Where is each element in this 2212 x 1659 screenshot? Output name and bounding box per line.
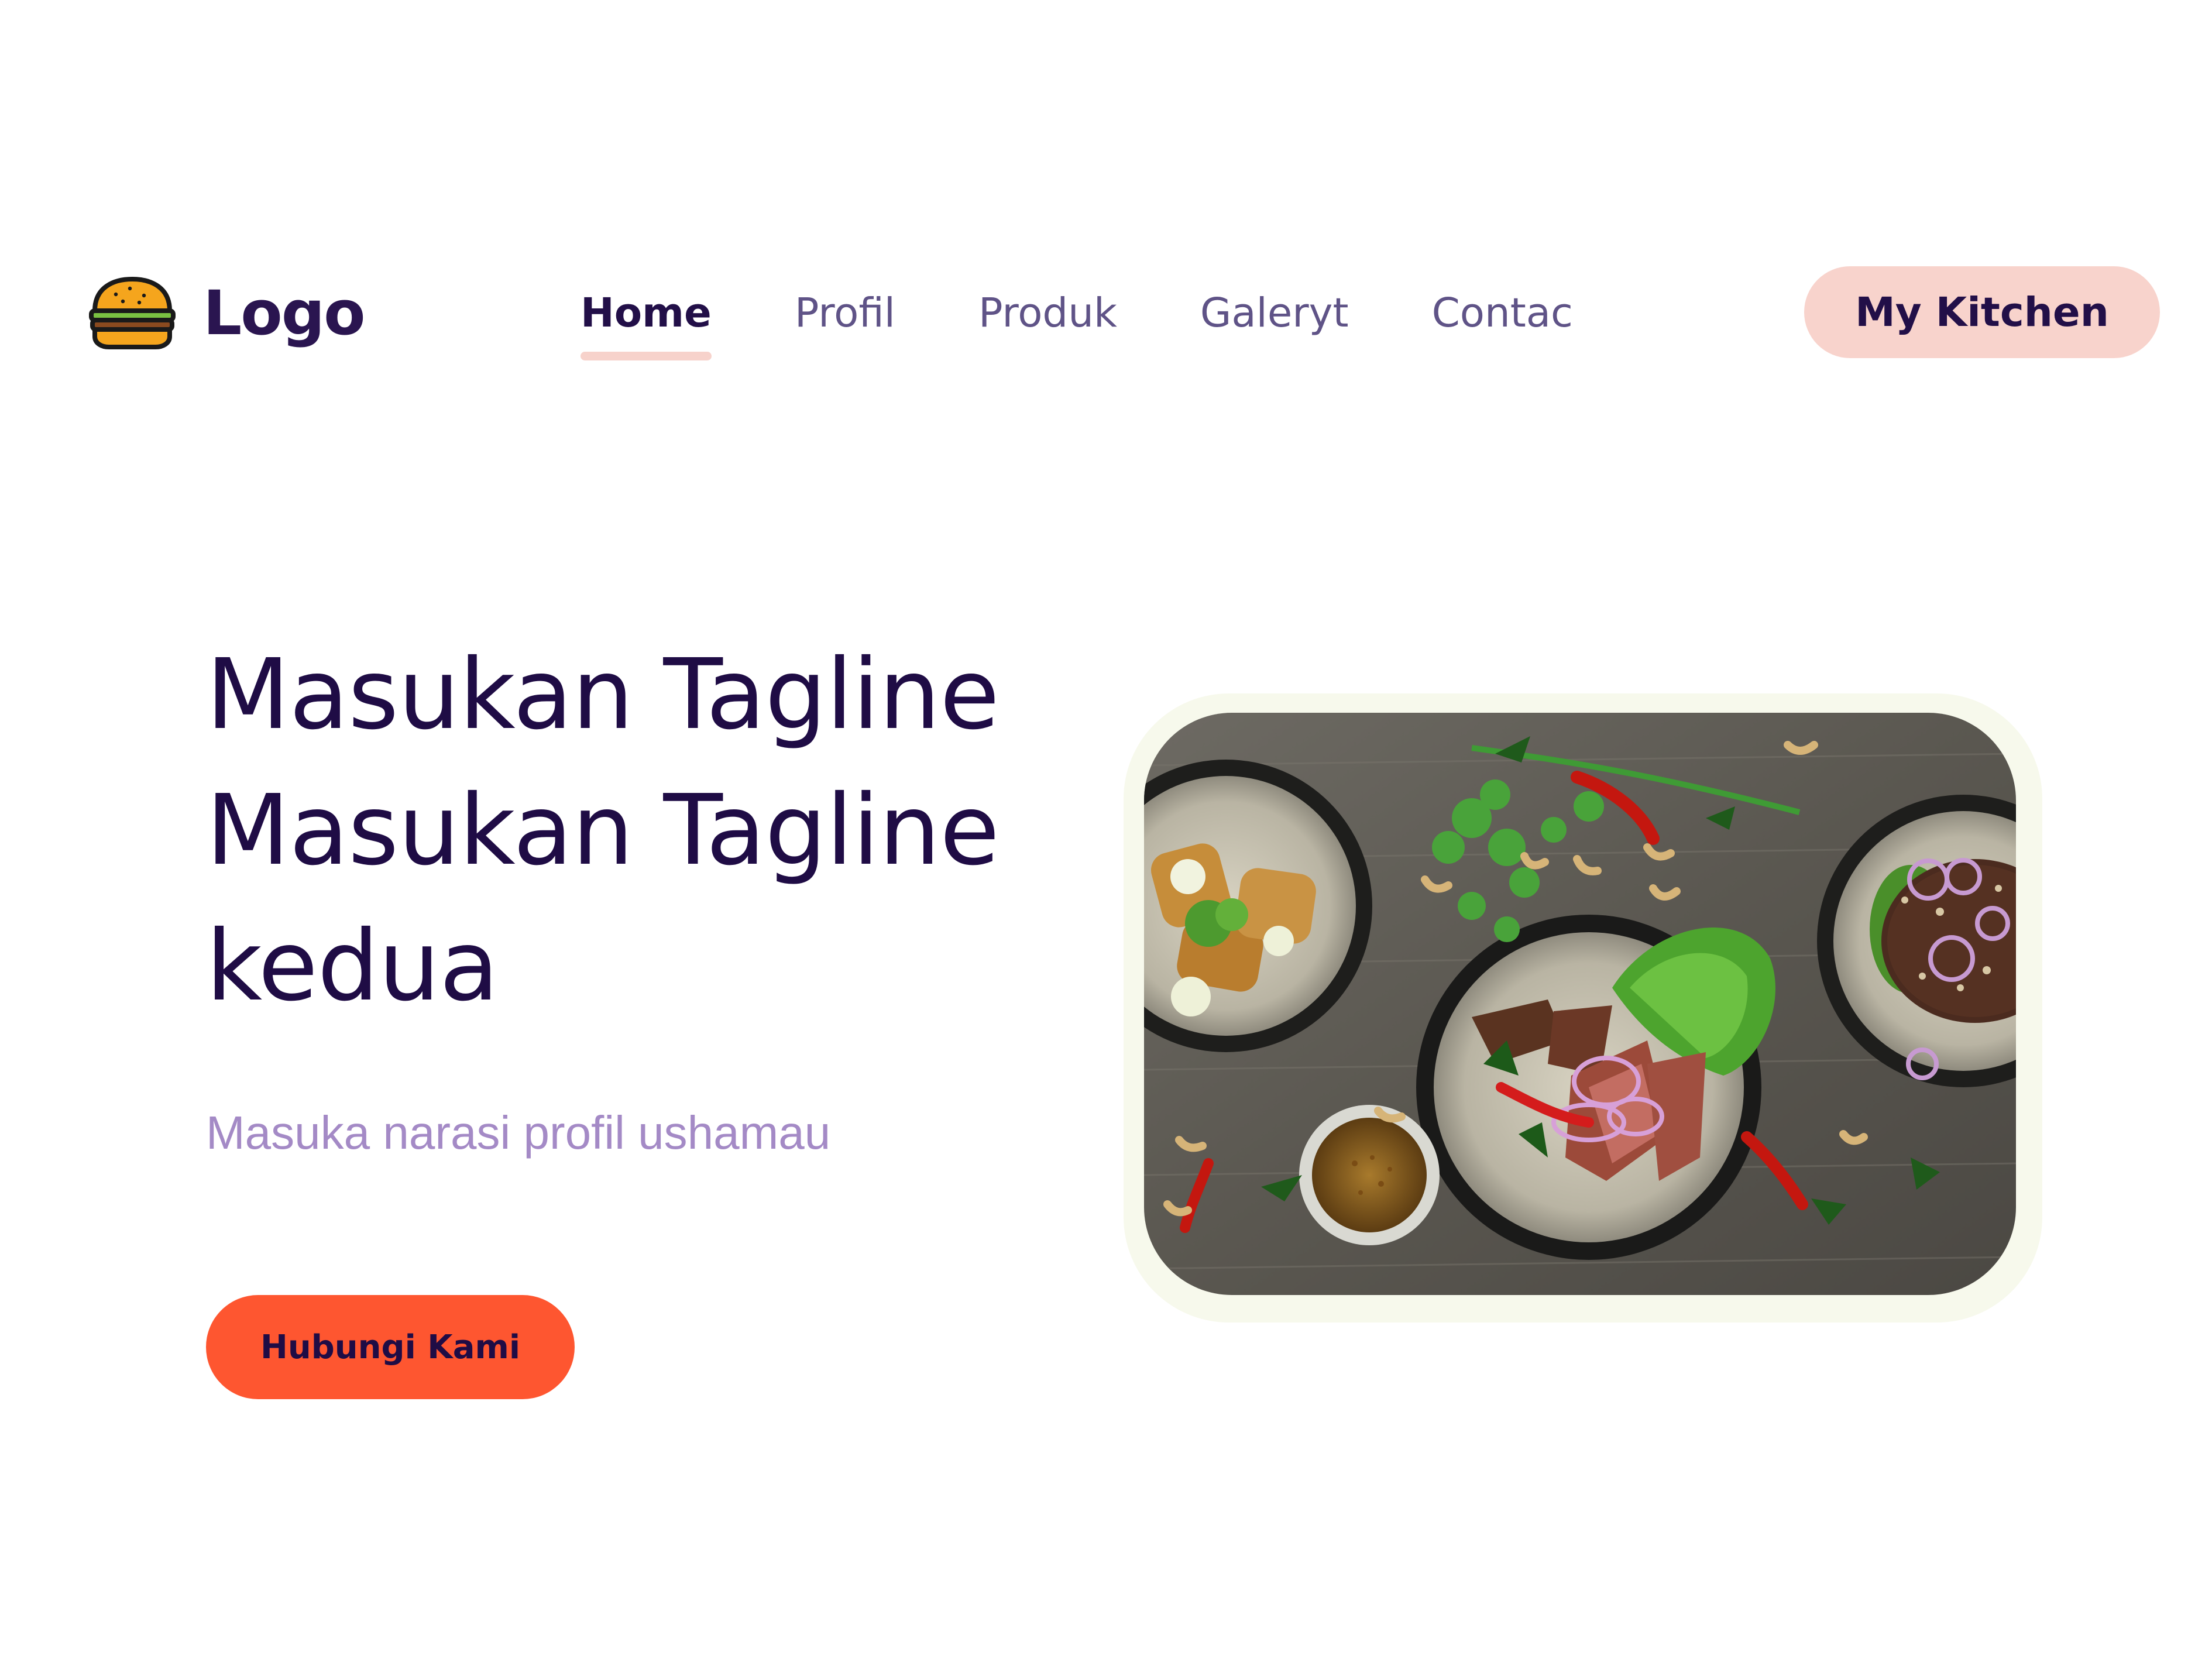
- logo-text: Logo: [203, 277, 366, 349]
- hero-narasi: Masuka narasi profil ushamau: [206, 1107, 831, 1159]
- nav-item-label: Produk: [978, 289, 1117, 336]
- landing-page: Logo Home Profil Produk Galeryt Contac M…: [0, 0, 2212, 1659]
- nav-item-galeryt[interactable]: Galeryt: [1200, 293, 1349, 334]
- nav-item-home[interactable]: Home: [581, 289, 712, 360]
- nav-item-label: Profil: [794, 289, 895, 336]
- nav-item-label: Contac: [1431, 289, 1573, 336]
- active-indicator: [581, 351, 712, 360]
- main-nav: Home Profil Produk Galeryt Contac: [581, 275, 1573, 360]
- tagline-line: Masukan Tagline: [206, 774, 999, 887]
- hero-tagline: Masukan Tagline Masukan Tagline kedua: [206, 627, 1119, 1035]
- nav-item-label: Galeryt: [1200, 289, 1349, 336]
- food-photo-illustration: [1144, 713, 2016, 1295]
- my-kitchen-button[interactable]: My Kitchen: [1804, 266, 2160, 358]
- burger-icon: [89, 277, 176, 349]
- food-photo: [1144, 713, 2016, 1295]
- nav-item-profil[interactable]: Profil: [795, 293, 895, 334]
- tagline-line: Masukan Tagline: [206, 638, 999, 751]
- logo[interactable]: Logo: [88, 269, 366, 357]
- hubungi-kami-button[interactable]: Hubungi Kami: [206, 1295, 575, 1399]
- nav-item-produk[interactable]: Produk: [978, 293, 1117, 334]
- tagline-line: kedua: [206, 910, 499, 1023]
- nav-item-label: Home: [581, 289, 712, 336]
- nav-item-contac[interactable]: Contac: [1432, 293, 1573, 334]
